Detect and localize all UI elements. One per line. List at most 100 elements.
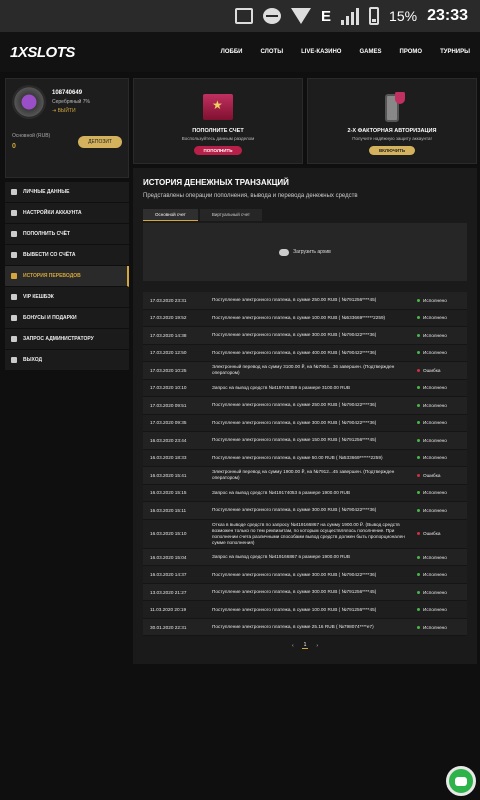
- sidebar-item-label: VIP КЕШБЭК: [23, 294, 54, 300]
- deposit-card-button[interactable]: ПОПОЛНИТЬ: [193, 146, 243, 155]
- wifi-icon: [291, 8, 312, 24]
- row-date: 17.03.2020 10:25: [150, 367, 187, 373]
- sidebar-item-label: НАСТРОЙКИ АККАУНТА: [23, 210, 82, 216]
- logout-link[interactable]: ⇥ ВЫЙТИ: [52, 108, 90, 114]
- sidebar-item[interactable]: ЛИЧНЫЕ ДАННЫЕ: [5, 182, 129, 203]
- table-row: 17.03.2020 10:10 Запрос на вывод средств …: [143, 379, 467, 397]
- row-date: 17.03.2020 14:38: [150, 332, 187, 338]
- row-date: 11.03.2020 20:19: [150, 607, 187, 613]
- row-status: Исполнено: [417, 590, 467, 595]
- row-description: Запрос на вывод средств №419174053 в раз…: [212, 489, 351, 495]
- table-row: 17.03.2020 09:51 Поступление электронного…: [143, 397, 467, 415]
- nav-item[interactable]: ПРОМО: [400, 49, 423, 55]
- sidebar-item[interactable]: НАСТРОЙКИ АККАУНТА: [5, 203, 129, 224]
- sidebar-item[interactable]: ПОПОЛНИТЬ СЧЁТ: [5, 224, 129, 245]
- row-description: Поступление электронного платежа, в сумм…: [212, 314, 386, 320]
- prev-page-button[interactable]: ‹: [292, 643, 294, 649]
- signal-icon: [341, 7, 360, 25]
- sidebar-item[interactable]: БОНУСЫ И ПОДАРКИ: [5, 308, 129, 329]
- status-label: Исполнено: [423, 455, 447, 461]
- row-status: Исполнено: [417, 555, 467, 560]
- nav-item[interactable]: ТУРНИРЫ: [440, 49, 470, 55]
- sidebar-item[interactable]: ЗАПРОС АДМИНИСТРАТОРУ: [5, 329, 129, 350]
- chat-icon[interactable]: [446, 766, 476, 796]
- table-row: 16.03.2020 15:04 Запрос на вывод средств …: [143, 548, 467, 567]
- row-description: Поступление электронного платежа, в сумм…: [212, 624, 374, 630]
- nav-item[interactable]: СЛОТЫ: [260, 49, 283, 55]
- deposit-button[interactable]: ДЕПОЗИТ: [78, 135, 122, 148]
- row-description: Поступление электронного платежа, в сумм…: [212, 454, 383, 460]
- table-row: 30.01.2020 22:31 Поступление электронного…: [143, 618, 467, 637]
- status-dot-icon: [417, 351, 420, 355]
- sidebar-item[interactable]: VIP КЕШБЭК: [5, 287, 129, 308]
- sidebar-item-label: ЛИЧНЫЕ ДАННЫЕ: [23, 189, 70, 195]
- upload-archive-label: Загрузить архив: [293, 249, 331, 255]
- tab-main-account[interactable]: Основной счет: [143, 209, 198, 221]
- nav-item[interactable]: GAMES: [359, 49, 381, 55]
- upload-archive-button[interactable]: Загрузить архив: [143, 223, 467, 281]
- enable-twofa-button[interactable]: ВКЛЮЧИТЬ: [368, 146, 416, 155]
- page-subtitle: Представлены операции пополнения, вывода…: [143, 193, 358, 199]
- nav-item[interactable]: LIVE-КАЗИНО: [301, 49, 341, 55]
- transactions-table: 17.03.2020 23:31 Поступление электронного…: [143, 292, 467, 637]
- top-navigation: 1XSLOTS ЛОББИ СЛОТЫ LIVE-КАЗИНО GAMES ПРОМО Т…: [0, 32, 480, 72]
- table-row: 17.03.2020 23:31 Поступление электронного…: [143, 292, 467, 310]
- sidebar-item[interactable]: ВЫХОД: [5, 350, 129, 371]
- account-id: 108740649: [52, 90, 83, 96]
- cast-icon: [235, 8, 254, 24]
- table-row: 16.03.2020 15:10 Отказ в выводе средств п…: [143, 519, 467, 549]
- row-status: Ошибка: [417, 473, 467, 478]
- status-dot-icon: [417, 403, 420, 407]
- next-page-button[interactable]: ›: [316, 643, 318, 649]
- row-status: Исполнено: [417, 572, 467, 577]
- site-logo[interactable]: 1XSLOTS: [10, 44, 75, 61]
- profile-card: 108740649 Серебряный 7% ⇥ ВЫЙТИ Основной…: [5, 78, 129, 178]
- status-label: Исполнено: [423, 607, 447, 613]
- status-dot-icon: [417, 625, 420, 629]
- status-label: Исполнено: [423, 297, 447, 303]
- vip-level: Серебряный 7%: [52, 99, 90, 105]
- row-date: 16.03.2020 23:44: [150, 437, 187, 443]
- nav-item[interactable]: ЛОББИ: [221, 49, 243, 55]
- row-date: 17.03.2020 12:50: [150, 350, 187, 356]
- row-status: Исполнено: [417, 490, 467, 495]
- row-date: 17.03.2020 09:35: [150, 420, 187, 426]
- row-status: Исполнено: [417, 420, 467, 425]
- status-label: Исполнено: [423, 554, 447, 560]
- page-number[interactable]: 1: [301, 642, 309, 650]
- row-description: Поступление электронного платежа, в сумм…: [212, 589, 377, 595]
- envelope-icon: [203, 94, 233, 120]
- row-description: Поступление электронного платежа, в сумм…: [212, 437, 377, 443]
- row-status: Исполнено: [417, 625, 467, 630]
- row-status: Исполнено: [417, 438, 467, 443]
- status-label: Исполнено: [423, 624, 447, 630]
- deposit-card: ПОПОЛНИТЕ СЧЕТ Воспользуйтесь данным раз…: [133, 78, 303, 164]
- row-date: 13.03.2020 21:27: [150, 589, 187, 595]
- status-label: Исполнено: [423, 350, 447, 356]
- settings-icon: [11, 210, 17, 216]
- status-label: Исполнено: [423, 420, 447, 426]
- row-date: 17.03.2020 10:10: [150, 385, 187, 391]
- sidebar-item[interactable]: ИСТОРИЯ ПЕРЕВОДОВ: [5, 266, 129, 287]
- clock: 23:33: [427, 7, 468, 24]
- vip-icon: [11, 294, 17, 300]
- pagination: ‹ 1 ›: [143, 642, 467, 650]
- logo-main: 1X: [10, 43, 28, 61]
- status-dot-icon: [417, 608, 420, 612]
- row-date: 16.03.2020 15:15: [150, 490, 187, 496]
- status-dot-icon: [417, 508, 420, 512]
- row-description: Запрос на вывод средств №419166867 в раз…: [212, 554, 351, 560]
- row-status: Ошибка: [417, 368, 467, 373]
- sidebar-item[interactable]: ВЫВЕСТИ СО СЧЁТА: [5, 245, 129, 266]
- status-label: Ошибка: [423, 367, 441, 373]
- table-row: 17.03.2020 14:38 Поступление электронного…: [143, 327, 467, 345]
- status-dot-icon: [417, 491, 420, 495]
- deposit-card-title: ПОПОЛНИТЕ СЧЕТ: [192, 128, 244, 134]
- sidebar-item-label: ВЫВЕСТИ СО СЧЁТА: [23, 252, 76, 258]
- transfer-icon: [11, 273, 17, 279]
- tab-virtual-account[interactable]: Виртуальный счет: [199, 209, 262, 221]
- user-icon: [11, 189, 17, 195]
- table-row: 16.03.2020 15:41 Электронный перевод на с…: [143, 467, 467, 485]
- account-tabs: Основной счет Виртуальный счет: [143, 209, 467, 221]
- logout-label: ВЫЙТИ: [57, 108, 76, 114]
